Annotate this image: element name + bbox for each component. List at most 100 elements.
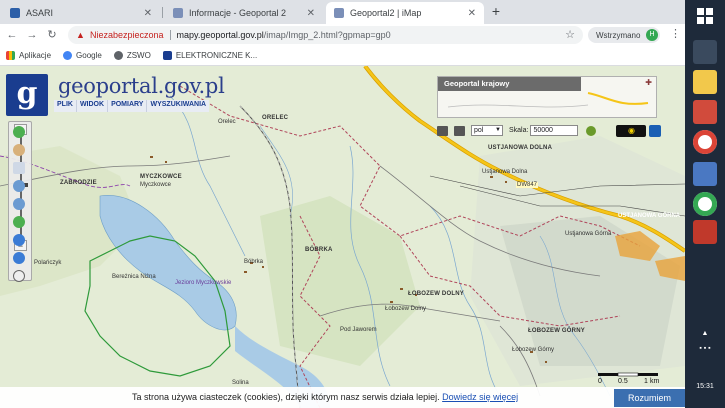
map-viewport[interactable]: Orelec ORELEC MYCZKOWCE Myczkowce ZABROD…	[0, 66, 685, 408]
label-polanczyk: Polańczyk	[34, 260, 62, 266]
cookie-learn-more-link[interactable]: Dowiedz się więcej	[442, 392, 518, 402]
tab-geoportal-imap[interactable]: Geoportal2 | iMap ✕	[326, 2, 484, 24]
chrome-profile-icon[interactable]	[693, 162, 717, 186]
label-zabrodzie: ZABRODZIE	[60, 180, 97, 186]
bookmark-apps[interactable]: Aplikacje	[6, 51, 51, 60]
back-arrow-icon[interactable]: ←	[4, 27, 20, 43]
forward-arrow-icon[interactable]: →	[24, 27, 40, 43]
scale-zero: 0	[598, 378, 602, 385]
tab-asari[interactable]: ASARI ✕	[2, 2, 160, 24]
eye-toggle-button[interactable]: ◉	[616, 124, 647, 137]
map-menubar: PLIK WIDOK POMIARY WYSZUKIWANIA	[54, 100, 210, 112]
label-ustjanowa-dolna-caps: USTJANOWA DOLNA	[488, 145, 553, 151]
close-icon[interactable]: ✕	[144, 8, 152, 19]
scale-input[interactable]: 50000	[530, 125, 579, 136]
tab-bar: ASARI ✕ Informacje - Geoportal 2 ✕ Geopo…	[0, 0, 685, 24]
zoom-out-box-icon[interactable]	[13, 198, 25, 210]
label-orelec-caps: ORELEC	[262, 115, 289, 121]
eye-settings-icon[interactable]	[649, 124, 662, 137]
bookmark-elektroniczne[interactable]: ELEKTRONICZNE K...	[162, 51, 257, 60]
next-view-icon[interactable]	[13, 252, 25, 264]
bookmark-star-icon[interactable]: ☆	[565, 28, 575, 41]
scale-go-icon[interactable]	[586, 125, 597, 136]
apps-grid-icon	[6, 51, 15, 60]
bookmarks-bar: Aplikacje Google ZSWO ELEKTRONICZNE K...	[0, 46, 685, 66]
asari-favicon-icon	[10, 8, 20, 18]
print-icon[interactable]	[454, 125, 465, 136]
label-ustjanowa-dolna: Ustjanowa Dolna	[482, 169, 528, 175]
label-lobozew-dolny: Łobozew Dolny	[385, 306, 427, 312]
windows-start-icon[interactable]	[697, 8, 713, 24]
full-extent-icon[interactable]	[13, 216, 25, 228]
cookie-banner: Ta strona używa ciasteczek (cookies), dz…	[0, 387, 685, 408]
screen: ASARI ✕ Informacje - Geoportal 2 ✕ Geopo…	[0, 0, 725, 408]
warning-icon: ▲	[76, 30, 85, 40]
label-lobozew-gorny-caps: ŁOBOZEW GÓRNY	[528, 328, 585, 334]
label-myczkowce: Myczkowce	[140, 182, 172, 188]
scale-one: 1	[644, 378, 648, 385]
google-icon	[63, 51, 73, 60]
close-icon[interactable]: ✕	[468, 8, 476, 19]
tray-icons[interactable]: ▪ ▪ ▪	[685, 345, 725, 352]
label-jezioro: Jezioro Myczkowskie	[175, 280, 232, 286]
menu-wyszukiwania[interactable]: WYSZUKIWANIA	[147, 100, 209, 112]
label-ustjanowa-gorna-caps: USTJANOWA GÓRNA	[618, 213, 681, 219]
ruler-icon[interactable]	[13, 162, 25, 174]
label-pod-jaworem: Pod Jaworem	[340, 327, 377, 333]
cookie-text: Ta strona używa ciasteczek (cookies), dz…	[132, 392, 519, 402]
url-text[interactable]: mapy.geoportal.gov.pl/imap/Imgp_2.html?g…	[177, 30, 391, 40]
label-myczkowce-caps: MYCZKOWCE	[140, 174, 182, 180]
url-separator	[169, 30, 171, 40]
overview-map[interactable]: Geoportal krajowy ✚	[437, 76, 657, 118]
security-label[interactable]: Niezabezpieczona	[90, 30, 164, 40]
label-road-number: DW847	[516, 182, 539, 188]
menu-plik[interactable]: PLIK	[54, 100, 77, 112]
hand-pan-icon[interactable]	[13, 144, 25, 156]
browser-toolbar: ← → ↻ ▲ Niezabezpieczona mapy.geoportal.…	[0, 24, 685, 46]
tray-chevron-icon[interactable]: ▲	[685, 330, 725, 337]
zoom-box-icon[interactable]	[13, 180, 25, 192]
chevron-down-icon: ▼	[495, 127, 501, 133]
chrome-icon[interactable]	[693, 130, 717, 154]
menu-pomiary[interactable]: POMIARY	[108, 100, 148, 112]
previous-view-icon[interactable]	[13, 234, 25, 246]
bookmark-zswo[interactable]: ZSWO	[113, 51, 151, 60]
geoportal-favicon-icon	[173, 8, 183, 18]
geoportal-favicon-icon	[334, 8, 344, 18]
reload-icon[interactable]: ↻	[44, 27, 60, 43]
label-bobrka-caps: BÓBRKA	[305, 247, 333, 253]
paint-icon[interactable]	[693, 100, 717, 124]
new-tab-button[interactable]: +	[487, 3, 505, 21]
task-view-icon[interactable]	[693, 40, 717, 64]
cookie-accept-button[interactable]: Rozumiem	[614, 389, 685, 407]
scale-half: 0.5	[618, 378, 628, 385]
geoportal-g-icon: g	[16, 76, 38, 111]
bookmark-google[interactable]: Google	[63, 51, 102, 60]
tab-informacje[interactable]: Informacje - Geoportal 2 ✕	[165, 2, 323, 24]
crosshair-icon[interactable]	[13, 270, 25, 282]
legend-icon[interactable]	[437, 125, 448, 136]
app-red-icon[interactable]	[693, 220, 717, 244]
geoportal-logo[interactable]: g	[6, 74, 48, 116]
globe-icon	[113, 51, 123, 60]
chrome-icon-2[interactable]	[693, 192, 717, 216]
map-scale-bar: 0 0.5 1 km	[598, 372, 666, 386]
file-explorer-icon[interactable]	[693, 70, 717, 94]
menu-widok[interactable]: WIDOK	[77, 100, 109, 112]
label-orelec: Orelec	[218, 119, 236, 125]
label-lobozew-dolny-caps: ŁOBOZEW DOLNY	[408, 291, 464, 297]
map-toolbar: pol ▼ Skala: 50000 ◉	[437, 124, 662, 137]
label-bereznica: Bereżnica Niżna	[112, 274, 156, 280]
info-icon[interactable]	[13, 126, 25, 138]
language-select[interactable]: pol ▼	[471, 125, 503, 136]
scale-label: Skala:	[509, 127, 529, 134]
address-bar[interactable]: ▲ Niezabezpieczona mapy.geoportal.gov.pl…	[68, 26, 583, 44]
close-icon[interactable]: ✕	[307, 8, 315, 19]
avatar: H	[646, 29, 658, 41]
more-menu-icon[interactable]: ⋮	[670, 27, 681, 40]
label-ustjanowa-gorna: Ustjanowa Górna	[565, 231, 612, 237]
tab-separator	[162, 7, 163, 18]
ekw-icon	[162, 51, 172, 60]
profile-button[interactable]: Wstrzymano H	[588, 27, 660, 43]
taskbar-clock[interactable]: 15:31	[685, 383, 725, 390]
